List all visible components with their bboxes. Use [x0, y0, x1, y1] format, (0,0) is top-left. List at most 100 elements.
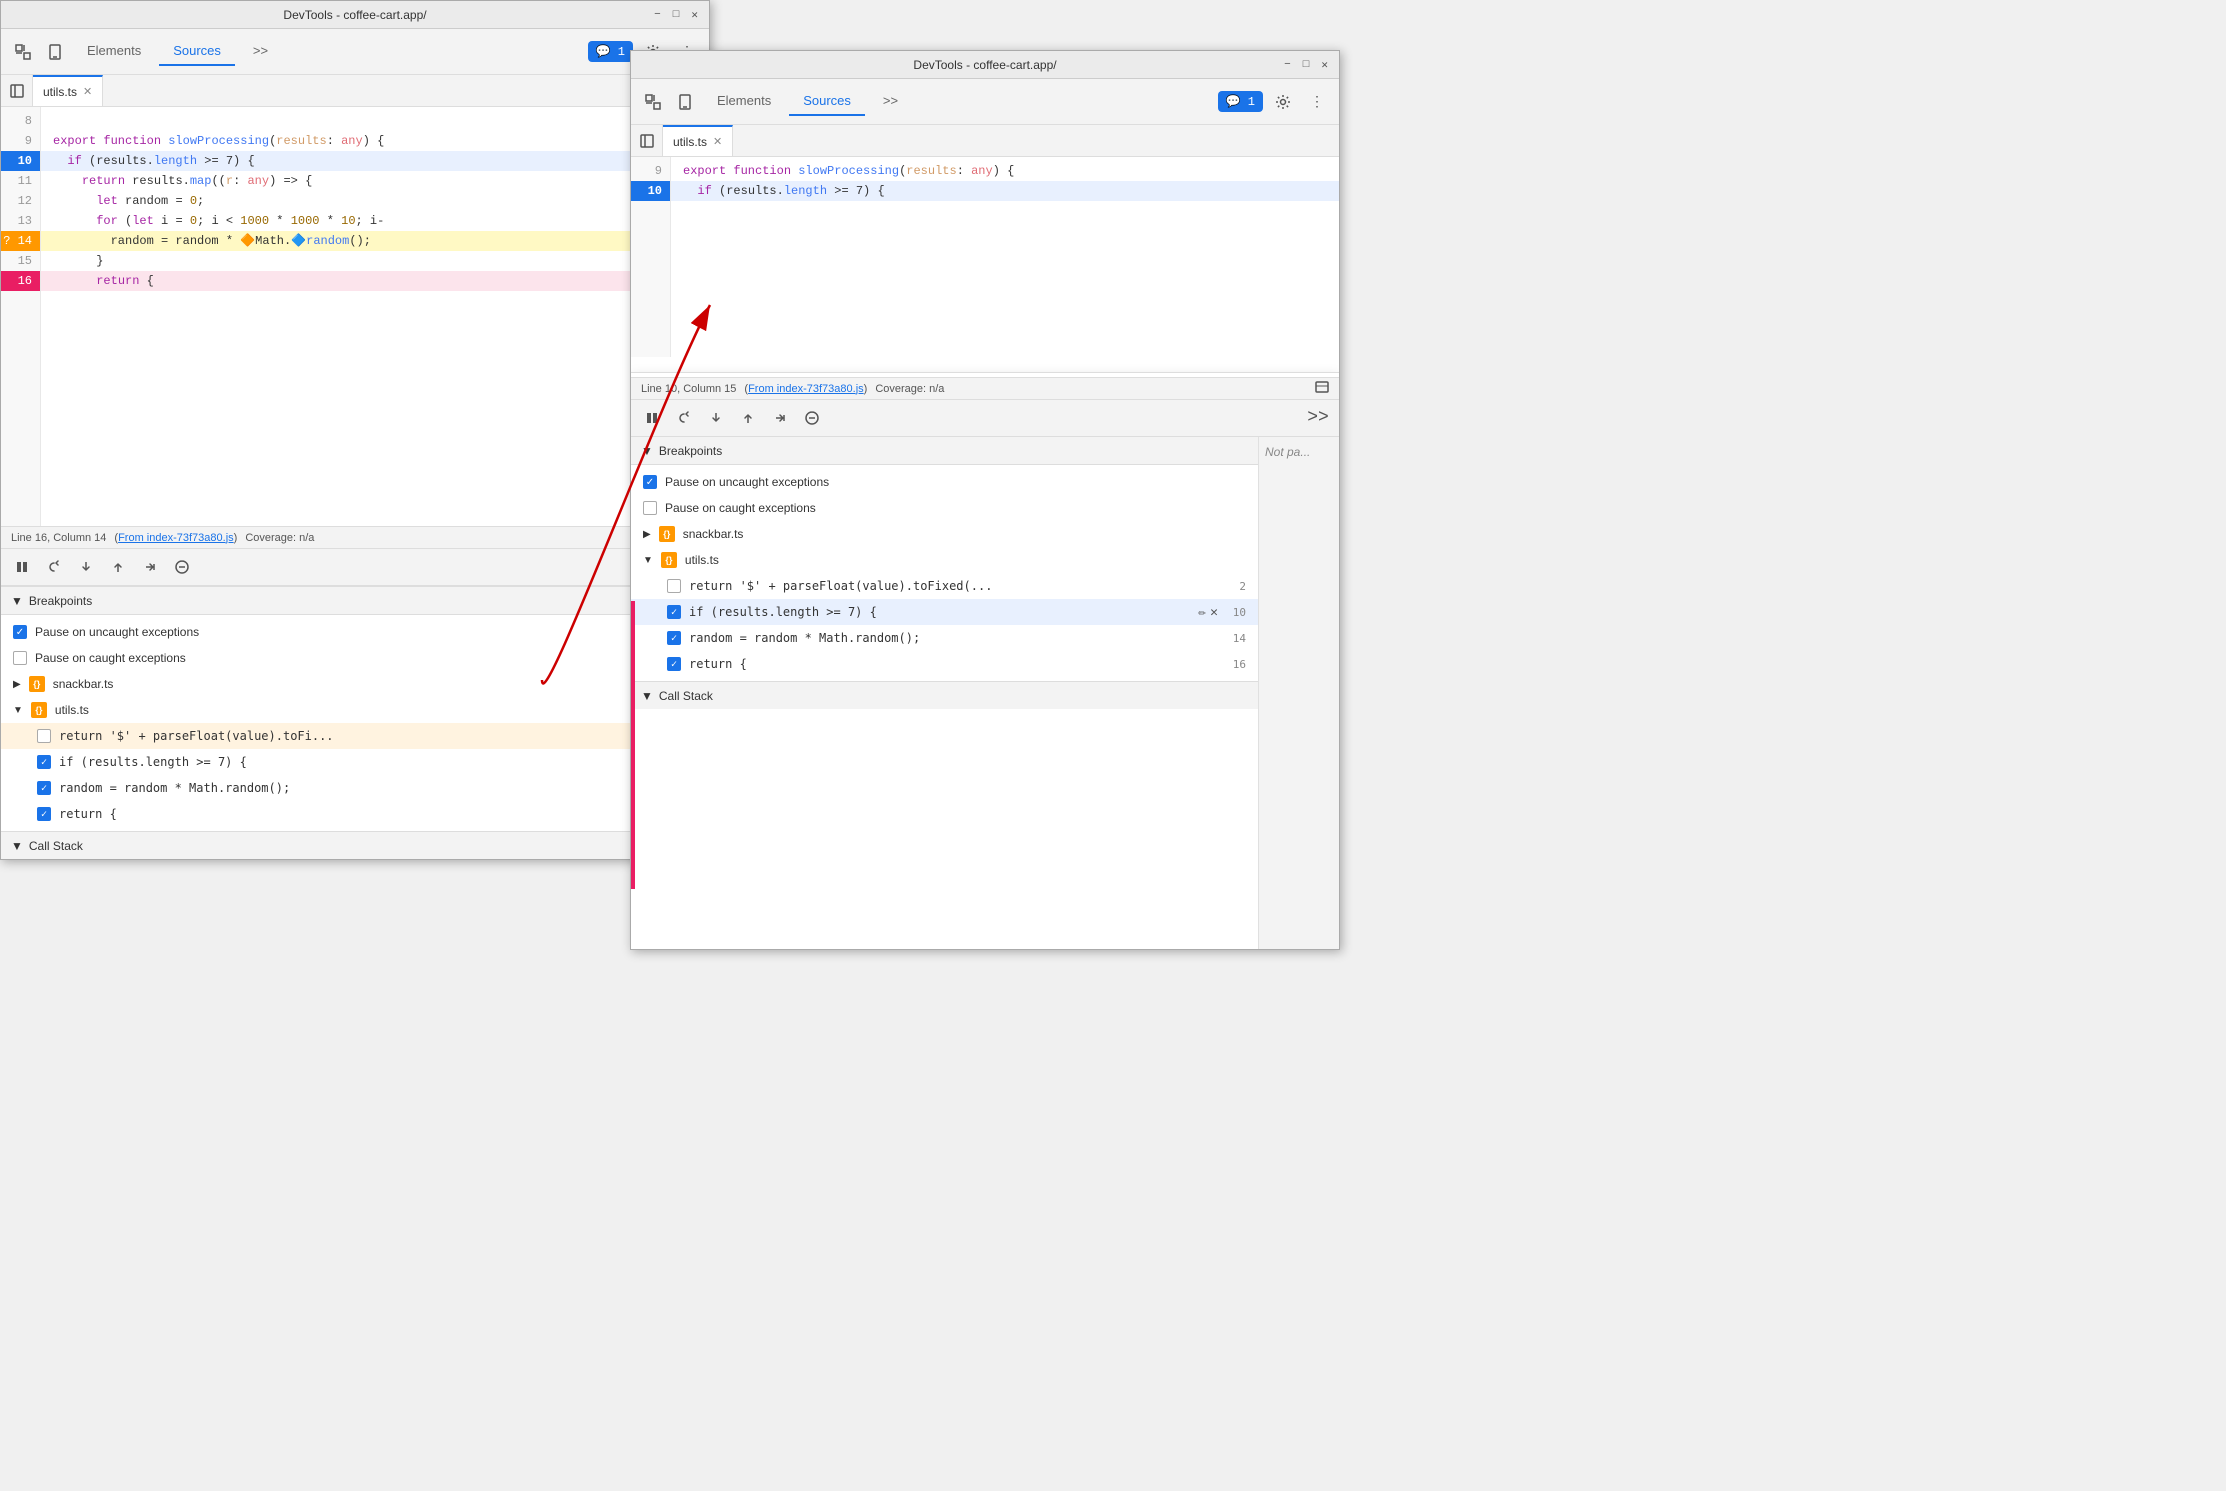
bp-row-2-2[interactable]: ✓ if (results.length >= 7) { ✏ ✕ 10: [631, 599, 1258, 625]
bp-row-1-1[interactable]: return '$' + parseFloat(value).toFi... ✏…: [1, 723, 709, 749]
coverage-icon-2[interactable]: [1315, 380, 1329, 397]
more-options-btn-2[interactable]: ⋮: [1303, 88, 1331, 116]
pause-caught-1[interactable]: Pause on caught exceptions: [1, 645, 709, 671]
bp-code-1-4: return {: [59, 807, 117, 821]
inspect-btn-2[interactable]: [639, 88, 667, 116]
breakpoints-header-2[interactable]: ▼ Breakpoints: [631, 437, 1258, 465]
more-tabs-2[interactable]: >>: [869, 87, 912, 116]
maximize-btn-2[interactable]: □: [1300, 59, 1313, 71]
sources-tab-2[interactable]: Sources: [789, 87, 865, 116]
device-btn-1[interactable]: [41, 38, 69, 66]
utils-tab-2[interactable]: utils.ts ✕: [663, 125, 733, 156]
more-debug-btn-2[interactable]: >>: [1305, 405, 1331, 431]
minimize-btn-1[interactable]: −: [651, 9, 664, 21]
step-out-btn-1[interactable]: [105, 554, 131, 580]
utils-file-row-2[interactable]: ▼ {} utils.ts: [631, 547, 1258, 573]
edit-pencil-btn-2[interactable]: ✏: [1198, 605, 1206, 620]
deactivate-btn-1[interactable]: [169, 554, 195, 580]
bp-check-2-1[interactable]: [667, 579, 681, 593]
sources-tab-1[interactable]: Sources: [159, 37, 235, 66]
devtools-window-1: DevTools - coffee-cart.app/ − □ ✕ Elemen…: [0, 0, 710, 860]
breakpoints-arrow-1: ▼: [11, 594, 23, 608]
bp-check-1-4[interactable]: ✓: [37, 807, 51, 821]
breakpoints-panel-2: ▼ Breakpoints ✓ Pause on uncaught except…: [631, 437, 1259, 949]
bp-row-1-3[interactable]: ✓ random = random * Math.random(); 14: [1, 775, 709, 801]
file-tab-bar-1: utils.ts ✕: [1, 75, 709, 107]
breakpoints-header-1[interactable]: ▼ Breakpoints: [1, 587, 709, 615]
pause-caught-check-2[interactable]: [643, 501, 657, 515]
from-file-link-2[interactable]: From index-73f73a80.js: [748, 383, 864, 395]
title-bar-2: DevTools - coffee-cart.app/ − □ ✕: [631, 51, 1339, 79]
line-14-warn: ? 14: [1, 231, 40, 251]
notification-badge-2[interactable]: 💬 1: [1218, 91, 1263, 112]
code-line-12: let random = 0;: [41, 191, 709, 211]
close-tab-btn-1[interactable]: ✕: [83, 85, 92, 98]
bp-row-2-4[interactable]: ✓ return { 16: [631, 651, 1258, 677]
status-bar-1: Line 16, Column 14 (From index-73f73a80.…: [1, 526, 709, 548]
pause-uncaught-2[interactable]: ✓ Pause on uncaught exceptions: [631, 469, 1258, 495]
step-over-btn-1[interactable]: [41, 554, 67, 580]
call-stack-header-2[interactable]: ▼ Call Stack: [631, 681, 1258, 709]
deactivate-btn-2[interactable]: [799, 405, 825, 431]
sidebar-toggle-1[interactable]: [1, 75, 33, 106]
pause-uncaught-1[interactable]: ✓ Pause on uncaught exceptions: [1, 619, 709, 645]
bp-row-1-2[interactable]: ✓ if (results.length >= 7) { 10: [1, 749, 709, 775]
maximize-btn-1[interactable]: □: [670, 9, 683, 21]
bp-row-1-4[interactable]: ✓ return { 16: [1, 801, 709, 827]
devtools-window-2: DevTools - coffee-cart.app/ − □ ✕ Elemen…: [630, 50, 1340, 950]
utils-arrow-2: ▼: [643, 555, 653, 566]
title-controls-1: − □ ✕: [651, 8, 701, 22]
inspect-btn-1[interactable]: [9, 38, 37, 66]
step-into-btn-2[interactable]: [703, 405, 729, 431]
bp-check-2-3[interactable]: ✓: [667, 631, 681, 645]
call-stack-arrow-1: ▼: [11, 839, 23, 853]
call-stack-header-1[interactable]: ▼ Call Stack: [1, 831, 709, 859]
pause-uncaught-check-2[interactable]: ✓: [643, 475, 657, 489]
minimize-btn-2[interactable]: −: [1281, 59, 1294, 71]
utils-tab-1[interactable]: utils.ts ✕: [33, 75, 103, 106]
pause-uncaught-check-1[interactable]: ✓: [13, 625, 27, 639]
bp-check-2-4[interactable]: ✓: [667, 657, 681, 671]
pause-caught-check-1[interactable]: [13, 651, 27, 665]
settings-btn-2[interactable]: [1269, 88, 1297, 116]
debug-toolbar-1: [1, 548, 709, 586]
coverage-2: Coverage: n/a: [875, 383, 944, 395]
bp-row-2-3[interactable]: ✓ random = random * Math.random(); 14: [631, 625, 1258, 651]
bp-check-2-2[interactable]: ✓: [667, 605, 681, 619]
line-9-2: 9: [631, 161, 670, 181]
close-tab-btn-2[interactable]: ✕: [713, 135, 722, 148]
bp-code-2-1: return '$' + parseFloat(value).toFixed(.…: [689, 579, 992, 593]
bp-check-1-3[interactable]: ✓: [37, 781, 51, 795]
elements-tab-2[interactable]: Elements: [703, 87, 785, 116]
continue-btn-2[interactable]: [767, 405, 793, 431]
bp-linenum-2-2: 10: [1233, 606, 1246, 619]
code-line-9: export function slowProcessing(results: …: [41, 131, 709, 151]
notification-badge-1[interactable]: 💬 1: [588, 41, 633, 62]
snackbar-file-row-1[interactable]: ▶ {} snackbar.ts: [1, 671, 709, 697]
bp-row-2-1[interactable]: return '$' + parseFloat(value).toFixed(.…: [631, 573, 1258, 599]
bp-check-1-2[interactable]: ✓: [37, 755, 51, 769]
snackbar-file-row-2[interactable]: ▶ {} snackbar.ts: [631, 521, 1258, 547]
step-into-btn-1[interactable]: [73, 554, 99, 580]
line-9: 9: [1, 131, 40, 151]
device-btn-2[interactable]: [671, 88, 699, 116]
bp-check-1-1[interactable]: [37, 729, 51, 743]
code-scroll-2: 9 10 export function slowProcessing(resu…: [631, 157, 1339, 357]
continue-btn-1[interactable]: [137, 554, 163, 580]
elements-tab-1[interactable]: Elements: [73, 37, 155, 66]
not-paused-text: Not pa...: [1265, 445, 1310, 459]
step-over-btn-2[interactable]: [671, 405, 697, 431]
line-10-active: 10: [1, 151, 40, 171]
pause-btn-2[interactable]: [639, 405, 665, 431]
utils-file-row-1[interactable]: ▼ {} utils.ts: [1, 697, 709, 723]
sidebar-toggle-2[interactable]: [631, 125, 663, 156]
step-out-btn-2[interactable]: [735, 405, 761, 431]
code-line-13: for (let i = 0; i < 1000 * 1000 * 10; i-: [41, 211, 709, 231]
delete-bp-btn-2[interactable]: ✕: [1210, 605, 1218, 620]
pause-btn-1[interactable]: [9, 554, 35, 580]
pause-caught-2[interactable]: Pause on caught exceptions: [631, 495, 1258, 521]
from-file-link-1[interactable]: From index-73f73a80.js: [118, 532, 234, 544]
close-btn-1[interactable]: ✕: [688, 8, 701, 22]
close-btn-2[interactable]: ✕: [1318, 58, 1331, 72]
more-tabs-1[interactable]: >>: [239, 37, 282, 66]
